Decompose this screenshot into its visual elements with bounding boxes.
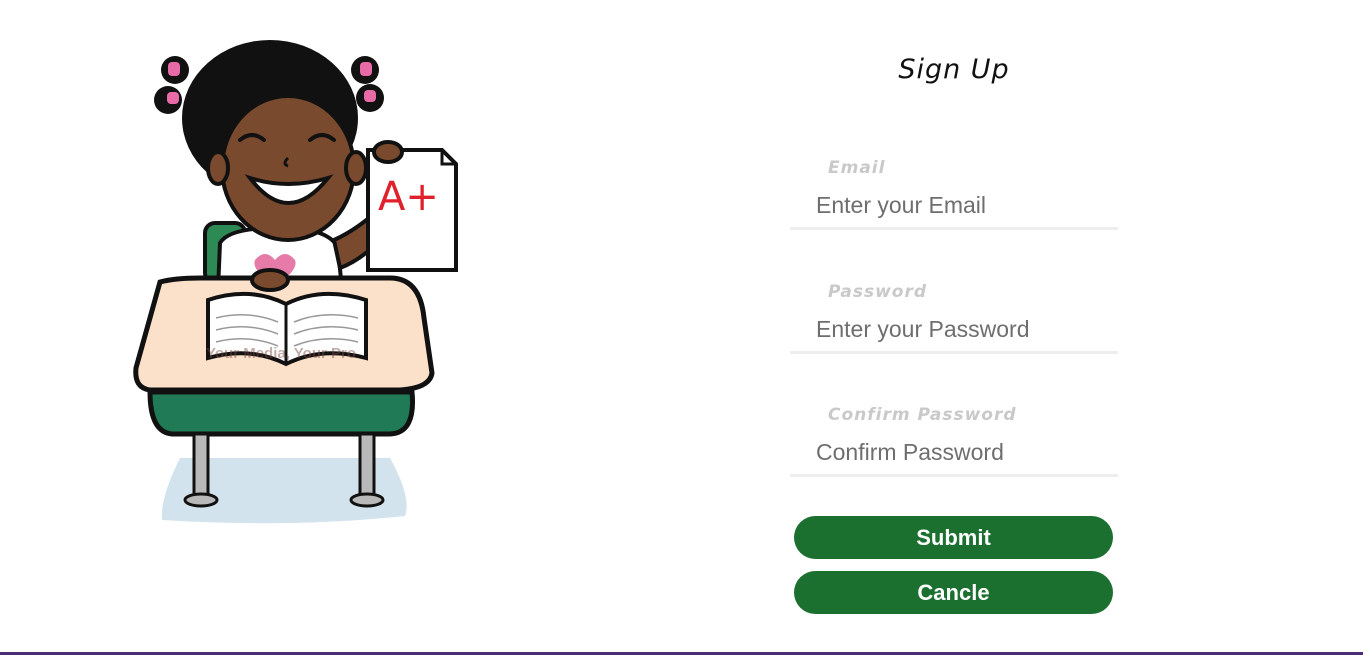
student-at-desk-illustration: A+ Your Media, Your Pro (133, 40, 458, 524)
password-input[interactable] (790, 308, 1118, 354)
email-input[interactable] (790, 184, 1118, 230)
watermark-text: Your Media, Your Pro (206, 345, 356, 362)
confirm-password-input[interactable] (790, 431, 1118, 477)
submit-button[interactable]: Submit (794, 516, 1113, 559)
signup-page: A+ Your Media, Your Pro Sign Up Email Pa… (0, 0, 1363, 653)
page-title: Sign Up (898, 54, 1010, 85)
paper-grade: A+ (378, 174, 439, 220)
confirm-password-field-group: Confirm Password (790, 405, 1118, 489)
cancel-button[interactable]: Cancle (794, 571, 1113, 614)
email-field-group: Email (790, 158, 1118, 242)
password-label: Password (828, 282, 928, 302)
email-label: Email (828, 158, 886, 178)
password-field-group: Password (790, 282, 1118, 366)
confirm-password-label: Confirm Password (828, 405, 1017, 425)
